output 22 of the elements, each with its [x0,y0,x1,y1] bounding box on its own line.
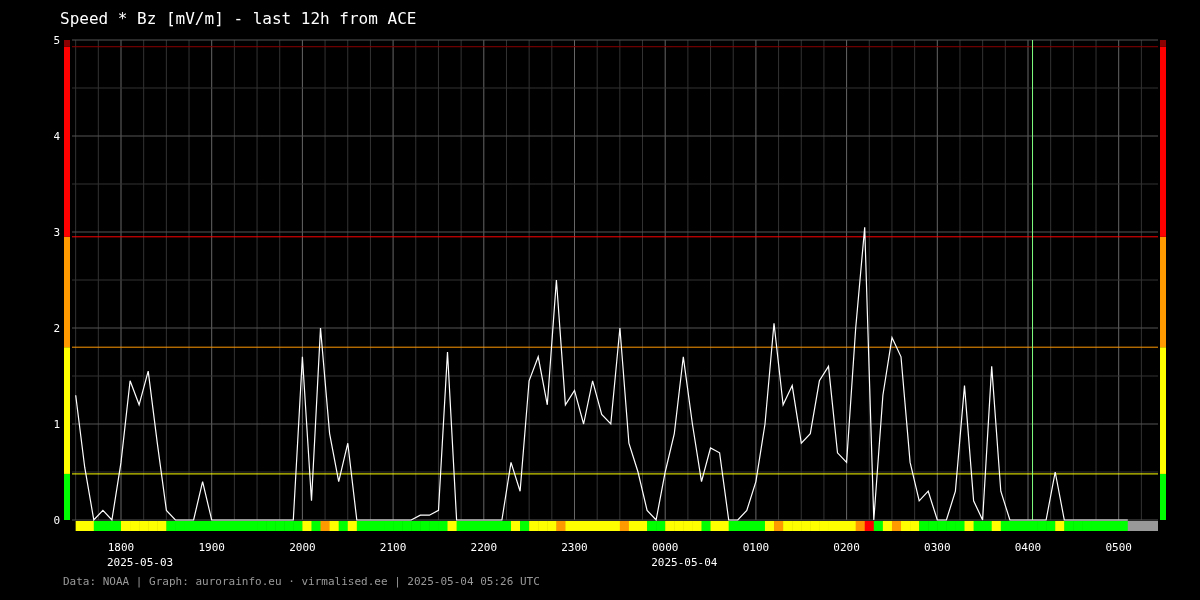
tick-label: 1 [53,418,60,431]
date-label: 2025-05-04 [651,556,718,569]
date-label: 2025-05-03 [107,556,174,569]
tick-label: 1900 [198,541,225,554]
tick-label: 2000 [289,541,316,554]
chart-title: Speed * Bz [mV/m] - last 12h from ACE [59,8,418,30]
tick-label: 0300 [924,541,951,554]
tick-label: 3 [53,226,60,239]
tick-label: 2200 [470,541,498,554]
tick-label: 0200 [833,541,860,554]
tick-label: 0000 [651,541,679,554]
tick-label: 2300 [561,541,588,554]
footer-credits: Data: NOAA | Graph: aurorainfo.eu · virmalised.ee | 2025-05-04 05:26 UTC [62,574,541,589]
tick-label: 2100 [379,541,407,554]
tick-label: 0100 [742,541,770,554]
tick-label: 2 [53,322,60,335]
tick-label: 5 [53,34,60,47]
tick-label: 0 [53,514,60,527]
tick-label: 1800 [107,541,135,554]
tick-label: 0400 [1014,541,1042,554]
tick-label: 4 [53,130,60,143]
tick-label: 0500 [1105,541,1132,554]
